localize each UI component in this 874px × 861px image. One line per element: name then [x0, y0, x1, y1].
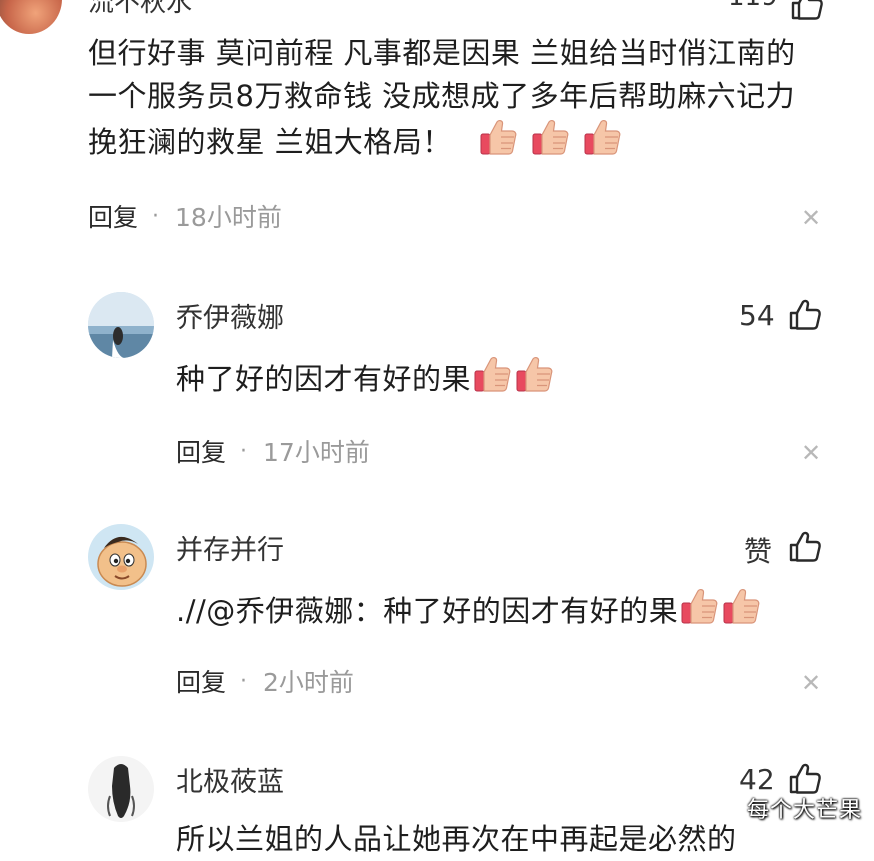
like-count: 119 [728, 0, 778, 12]
thumbs-up-emoji-icon [583, 118, 623, 158]
like-count: 54 [739, 299, 775, 332]
separator-dot: · [152, 203, 160, 229]
avatar[interactable] [88, 756, 154, 822]
username[interactable]: 北极莜蓝 [176, 760, 284, 799]
close-icon[interactable]: ✕ [801, 439, 821, 467]
thumbs-up-icon[interactable] [790, 0, 824, 22]
thumbs-up-icon[interactable] [788, 530, 822, 564]
comment-line: 一个服务员8万救命钱 没成想成了多年后帮助麻六记力 [88, 79, 796, 113]
reply-button[interactable]: 回复 [88, 198, 138, 234]
comment-text: 种了好的因才有好的果 [176, 355, 555, 401]
comment-meta: 回复 · 17小时前 [176, 433, 370, 469]
close-icon[interactable]: ✕ [801, 669, 821, 697]
thumbs-up-emoji-icon [531, 118, 571, 158]
thumbs-up-emoji-icon [515, 355, 555, 395]
avatar[interactable] [88, 524, 154, 590]
comment-line: 挽狂澜的救星 兰姐大格局！ [88, 118, 848, 164]
watermark: 每个大芒果 [746, 798, 862, 823]
username[interactable]: 乔伊薇娜 [176, 296, 284, 335]
reply-button[interactable]: 回复 [176, 663, 226, 699]
separator-dot: · [240, 438, 248, 464]
username[interactable]: 并存并行 [176, 528, 284, 567]
avatar[interactable] [88, 292, 154, 358]
close-icon[interactable]: ✕ [801, 204, 821, 232]
thumbs-up-emoji-icon [680, 587, 720, 627]
like-label: 赞 [744, 535, 773, 568]
comment-meta: 回复 · 18小时前 [88, 198, 282, 234]
thumbs-up-icon[interactable] [788, 298, 822, 332]
separator-dot: · [240, 668, 248, 694]
thumbs-up-icon[interactable] [788, 762, 822, 796]
thumbs-up-emoji-icon [473, 355, 513, 395]
comment-text: 但行好事 莫问前程 凡事都是因果 兰姐给当时俏江南的 一个服务员8万救命钱 没成… [88, 32, 848, 164]
timestamp: 2小时前 [263, 668, 354, 697]
comment-text: 所以兰姐的人品让她再次在中再起是必然的 [176, 822, 737, 856]
comment-line: 但行好事 莫问前程 凡事都是因果 兰姐给当时俏江南的 [88, 36, 796, 70]
username[interactable]: 流不秋水 [88, 0, 192, 19]
timestamp: 18小时前 [175, 203, 282, 232]
reply-button[interactable]: 回复 [176, 433, 226, 469]
thumbs-up-emoji-icon [479, 118, 519, 158]
comment-meta: 回复 · 2小时前 [176, 663, 354, 699]
avatar[interactable] [0, 0, 62, 34]
thumbs-up-emoji-icon [722, 587, 762, 627]
comment-text: .//@乔伊薇娜：种了好的因才有好的果 [176, 587, 762, 633]
timestamp: 17小时前 [263, 438, 370, 467]
